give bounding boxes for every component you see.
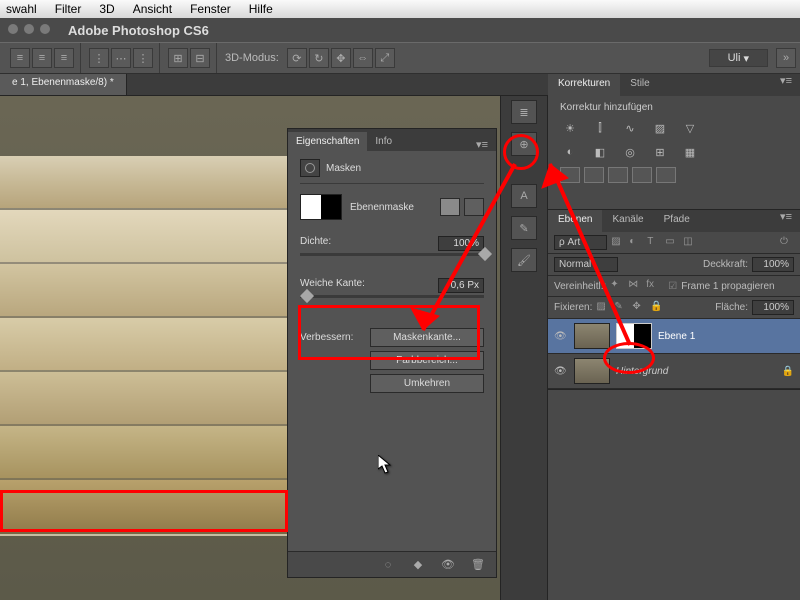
tab-eigenschaften[interactable]: Eigenschaften — [288, 132, 367, 151]
options-bar: ≡ ≡ ≡ ⋮ ⋯ ⋮ ⊞ ⊟ 3D-Modus: ⟳ ↻ ✥ ⇔ ⤢ Uli … — [0, 42, 800, 74]
history-icon[interactable]: ≣ — [511, 100, 537, 124]
apply-mask-icon[interactable]: ◆ — [410, 557, 426, 573]
vibrance-icon[interactable]: ▽ — [680, 119, 700, 137]
filter-smart-icon[interactable]: ◫ — [683, 236, 697, 250]
filter-toggle-icon[interactable]: ⏻ — [780, 236, 794, 250]
color-lookup-icon[interactable]: ▦ — [680, 143, 700, 161]
menu-hilfe[interactable]: Hilfe — [249, 2, 273, 16]
cursor-icon — [378, 455, 392, 475]
menu-auswahl[interactable]: swahl — [6, 2, 37, 16]
adjustments-menu-icon[interactable]: ▾≡ — [772, 74, 800, 96]
filter-shape-icon[interactable]: ▭ — [665, 236, 679, 250]
align-left-icon[interactable]: ≡ — [10, 48, 30, 68]
layer-name[interactable]: Ebene 1 — [658, 331, 695, 342]
brightness-icon[interactable]: ☀ — [560, 119, 580, 137]
opacity-label: Deckkraft: — [703, 259, 748, 270]
roll-icon[interactable]: ↻ — [309, 48, 329, 68]
menu-ansicht[interactable]: Ansicht — [133, 2, 172, 16]
opacity-value[interactable]: 100% — [752, 257, 794, 272]
annotation-arrow — [405, 160, 535, 350]
annotation-box — [0, 490, 288, 532]
collapse-panels-icon[interactable]: » — [776, 48, 796, 68]
properties-footer: ◌ ◆ 👁 🗑 — [288, 551, 496, 577]
menu-fenster[interactable]: Fenster — [190, 2, 231, 16]
layers-menu-icon[interactable]: ▾≡ — [772, 210, 800, 232]
layer-thumbnail[interactable] — [574, 358, 610, 384]
distribute-c-icon[interactable]: ⋮ — [133, 48, 153, 68]
label-3d-mode: 3D-Modus: — [225, 52, 279, 64]
annotation-arrow — [540, 150, 660, 360]
distribute-v-icon[interactable]: ⋯ — [111, 48, 131, 68]
window-controls[interactable] — [0, 18, 58, 40]
menu-filter[interactable]: Filter — [55, 2, 82, 16]
app-title: Adobe Photoshop CS6 — [68, 23, 209, 38]
image-content — [0, 156, 310, 536]
mask-mode-icon[interactable] — [300, 159, 320, 177]
invert-button[interactable]: Umkehren — [370, 374, 484, 393]
propagate-label[interactable]: Frame 1 propagieren — [681, 281, 774, 292]
slide-icon[interactable]: ⇔ — [353, 48, 373, 68]
distribute-h-icon[interactable]: ⋮ — [89, 48, 109, 68]
mask-thumbnail[interactable] — [300, 194, 342, 220]
lock-icon: 🔒 — [782, 366, 794, 377]
align-right-icon[interactable]: ≡ — [54, 48, 74, 68]
toggle-mask-icon[interactable]: 👁 — [440, 557, 456, 573]
levels-icon[interactable]: ⫿ — [590, 119, 610, 137]
align-center-icon[interactable]: ≡ — [32, 48, 52, 68]
fill-label: Fläche: — [715, 302, 748, 313]
tab-info[interactable]: Info — [367, 132, 400, 151]
visibility-icon[interactable]: 👁 — [554, 366, 568, 377]
properties-tabs: Eigenschaften Info ▾≡ — [288, 129, 496, 151]
auto-blend-icon[interactable]: ⊟ — [190, 48, 210, 68]
pan-icon[interactable]: ✥ — [331, 48, 351, 68]
exposure-icon[interactable]: ▨ — [650, 119, 670, 137]
orbit-icon[interactable]: ⟳ — [287, 48, 307, 68]
delete-mask-icon[interactable]: 🗑 — [470, 557, 486, 573]
properties-icon[interactable]: ⊕ — [511, 132, 537, 156]
curves-icon[interactable]: ∿ — [620, 119, 640, 137]
zoom-icon[interactable]: ⤢ — [375, 48, 395, 68]
menu-3d[interactable]: 3D — [99, 2, 114, 16]
document-tab[interactable]: e 1, Ebenenmaske/8) * — [0, 74, 127, 95]
tab-korrekturen[interactable]: Korrekturen — [548, 74, 620, 96]
auto-align-icon[interactable]: ⊞ — [168, 48, 188, 68]
fill-value[interactable]: 100% — [752, 300, 794, 315]
load-selection-icon[interactable]: ◌ — [380, 557, 396, 573]
add-adjustment-label: Korrektur hinzufügen — [560, 102, 788, 113]
tab-stile[interactable]: Stile — [620, 74, 659, 96]
tab-pfade[interactable]: Pfade — [654, 210, 700, 232]
mac-menubar[interactable]: swahl Filter 3D Ansicht Fenster Hilfe — [0, 0, 800, 18]
section-masks: Masken — [326, 163, 361, 174]
layer-name[interactable]: Hintergrund — [616, 366, 668, 377]
user-menu[interactable]: Uli ▾ — [709, 49, 768, 67]
panel-menu-icon[interactable]: ▾≡ — [468, 138, 496, 151]
app-titlebar: Adobe Photoshop CS6 — [0, 18, 800, 42]
